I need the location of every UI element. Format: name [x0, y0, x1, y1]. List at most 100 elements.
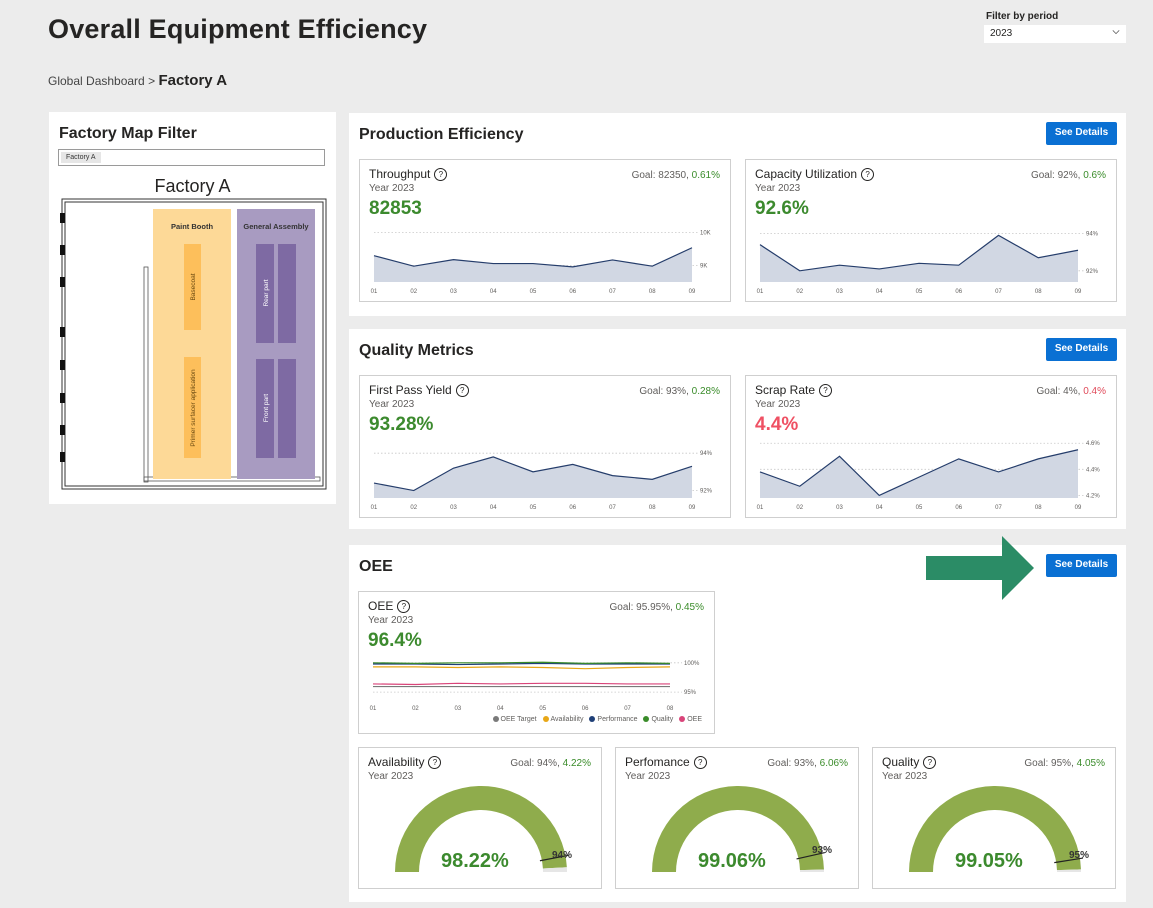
front-part-zone-b[interactable]: [278, 359, 296, 458]
legend-performance[interactable]: Performance: [597, 716, 637, 723]
fpy-title-text: First Pass Yield: [369, 383, 452, 397]
scrap-title-text: Scrap Rate: [755, 383, 816, 397]
throughput-card[interactable]: Throughput? Year 2023 Goal: 82350, 0.61%…: [359, 159, 731, 302]
help-icon[interactable]: ?: [434, 168, 448, 181]
x-tick-label: 01: [371, 289, 378, 295]
legend-availability[interactable]: Availability: [551, 716, 584, 723]
first-pass-yield-card[interactable]: First Pass Yield? Year 2023 Goal: 93%, 0…: [359, 375, 731, 518]
x-tick-label: 04: [876, 505, 883, 511]
help-icon[interactable]: ?: [819, 384, 833, 397]
quality-gauge-value: 99.05%: [955, 850, 1023, 872]
primer-label: Primer surfacer application: [190, 369, 197, 447]
oee-goal: Goal: 95.95%, 0.45%: [609, 602, 704, 613]
quality-delta: 4.05%: [1076, 758, 1105, 769]
y-tick-label: 92%: [700, 489, 713, 495]
quality-see-details-button[interactable]: See Details: [1046, 338, 1117, 361]
factory-filter-box[interactable]: Factory A: [58, 149, 325, 166]
x-tick-label: 03: [450, 505, 457, 511]
performance-goal-text: Goal: 93%,: [767, 758, 817, 769]
oee-card[interactable]: OEE? Year 2023 Goal: 95.95%, 0.45% 96.4%…: [358, 591, 715, 734]
scrap-subtitle: Year 2023: [755, 399, 801, 410]
performance-subtitle: Year 2023: [625, 771, 671, 782]
performance-title: Perfomance?: [625, 755, 707, 769]
fpy-title: First Pass Yield?: [369, 383, 469, 397]
y-tick-label: 9K: [700, 264, 707, 270]
oee-delta: 0.45%: [675, 602, 704, 613]
fpy-goal: Goal: 93%, 0.28%: [639, 386, 720, 397]
fpy-subtitle: Year 2023: [369, 399, 415, 410]
capacity-utilization-card[interactable]: Capacity Utilization? Year 2023 Goal: 92…: [745, 159, 1117, 302]
rear-part-zone-b[interactable]: [278, 244, 296, 343]
quality-gauge-card[interactable]: Quality? Year 2023 Goal: 95%, 4.05% 99.0…: [872, 747, 1116, 889]
oee-panel-title: OEE: [359, 558, 393, 575]
x-tick-label: 06: [569, 505, 576, 511]
scrap-rate-card[interactable]: Scrap Rate? Year 2023 Goal: 4%, 0.4% 4.4…: [745, 375, 1117, 518]
availability-subtitle: Year 2023: [368, 771, 414, 782]
x-tick-label: 09: [1075, 505, 1082, 511]
throughput-chart: 10K 9K 01 02 03 04 05 06 07 08 09: [371, 231, 711, 295]
help-icon[interactable]: ?: [861, 168, 875, 181]
help-icon[interactable]: ?: [693, 756, 707, 769]
throughput-goal: Goal: 82350, 0.61%: [632, 170, 720, 181]
throughput-title-text: Throughput: [369, 167, 431, 181]
x-tick-label: 01: [757, 505, 764, 511]
x-tick-label: 04: [490, 505, 497, 511]
y-tick-label: 94%: [1086, 231, 1099, 237]
x-tick-label: 08: [667, 706, 674, 712]
legend-dot-availability: [542, 716, 549, 722]
help-icon[interactable]: ?: [455, 384, 469, 397]
factory-map-title: Factory Map Filter: [59, 125, 197, 142]
page-title: Overall Equipment Efficiency: [48, 14, 428, 44]
help-icon[interactable]: ?: [923, 756, 937, 769]
y-tick-label: 92%: [1086, 269, 1099, 275]
help-icon[interactable]: ?: [428, 756, 442, 769]
x-tick-label: 02: [410, 289, 417, 295]
breadcrumb-current: Factory A: [158, 72, 228, 89]
quality-metrics-panel: Quality Metrics See Details First Pass Y…: [349, 329, 1126, 529]
legend-oee-target[interactable]: OEE Target: [501, 716, 537, 723]
factory-floorplan[interactable]: Paint Booth General Assembly Basecoat Pr…: [57, 197, 329, 493]
y-tick-label: 95%: [684, 690, 697, 696]
performance-delta: 6.06%: [819, 758, 848, 769]
oee-panel: OEE See Details OEE? Year 2023 Goal: 95.…: [349, 536, 1126, 902]
capacity-subtitle: Year 2023: [755, 183, 801, 194]
x-tick-label: 05: [916, 289, 923, 295]
x-tick-label: 03: [450, 289, 457, 295]
legend-dot-quality: [643, 716, 650, 722]
performance-gauge-card[interactable]: Perfomance? Year 2023 Goal: 93%, 6.06% 9…: [615, 747, 859, 889]
factory-map-panel: Factory Map Filter Factory A Factory A P…: [49, 112, 336, 504]
x-tick-label: 02: [412, 706, 419, 712]
production-see-details-button[interactable]: See Details: [1046, 122, 1117, 145]
breadcrumb-root[interactable]: Global Dashboard: [48, 74, 145, 88]
x-tick-label: 06: [955, 289, 962, 295]
throughput-subtitle: Year 2023: [369, 183, 415, 194]
help-icon[interactable]: ?: [397, 600, 411, 613]
period-filter-value: 2023: [990, 28, 1013, 39]
oee-legend: OEE Target Availability Performance Qual…: [489, 716, 702, 723]
availability-gauge-target: 94%: [552, 850, 573, 861]
chevron-down-icon: [1112, 30, 1120, 35]
quality-title: Quality?: [882, 755, 937, 769]
throughput-goal-text: Goal: 82350,: [631, 170, 689, 181]
legend-dot-oee-target: [492, 716, 499, 722]
fpy-value: 93.28%: [369, 414, 434, 435]
quality-gauge-target: 95%: [1069, 850, 1090, 861]
oee-title: OEE?: [368, 599, 411, 613]
x-tick-label: 02: [410, 505, 417, 511]
availability-gauge-card[interactable]: Availability? Year 2023 Goal: 94%, 4.22%…: [358, 747, 602, 889]
factory-filter-chip[interactable]: Factory A: [61, 152, 101, 163]
production-efficiency-panel: Production Efficiency See Details Throug…: [349, 113, 1126, 316]
legend-quality[interactable]: Quality: [651, 716, 673, 723]
legend-oee[interactable]: OEE: [687, 716, 702, 723]
general-assembly-zone[interactable]: [237, 209, 315, 479]
area-fill: [760, 235, 1078, 282]
x-tick-label: 07: [995, 289, 1002, 295]
period-filter-select[interactable]: 2023: [984, 25, 1126, 43]
scrap-goal: Goal: 4%, 0.4%: [1037, 386, 1107, 397]
oee-subtitle: Year 2023: [368, 615, 414, 626]
performance-gauge-target: 93%: [812, 845, 833, 856]
x-tick-label: 07: [609, 505, 616, 511]
scrap-goal-text: Goal: 4%,: [1036, 386, 1081, 397]
capacity-chart: 94% 92% 01 02 03 04 05 06 07 08 09: [757, 231, 1099, 295]
oee-see-details-button[interactable]: See Details: [1046, 554, 1117, 577]
